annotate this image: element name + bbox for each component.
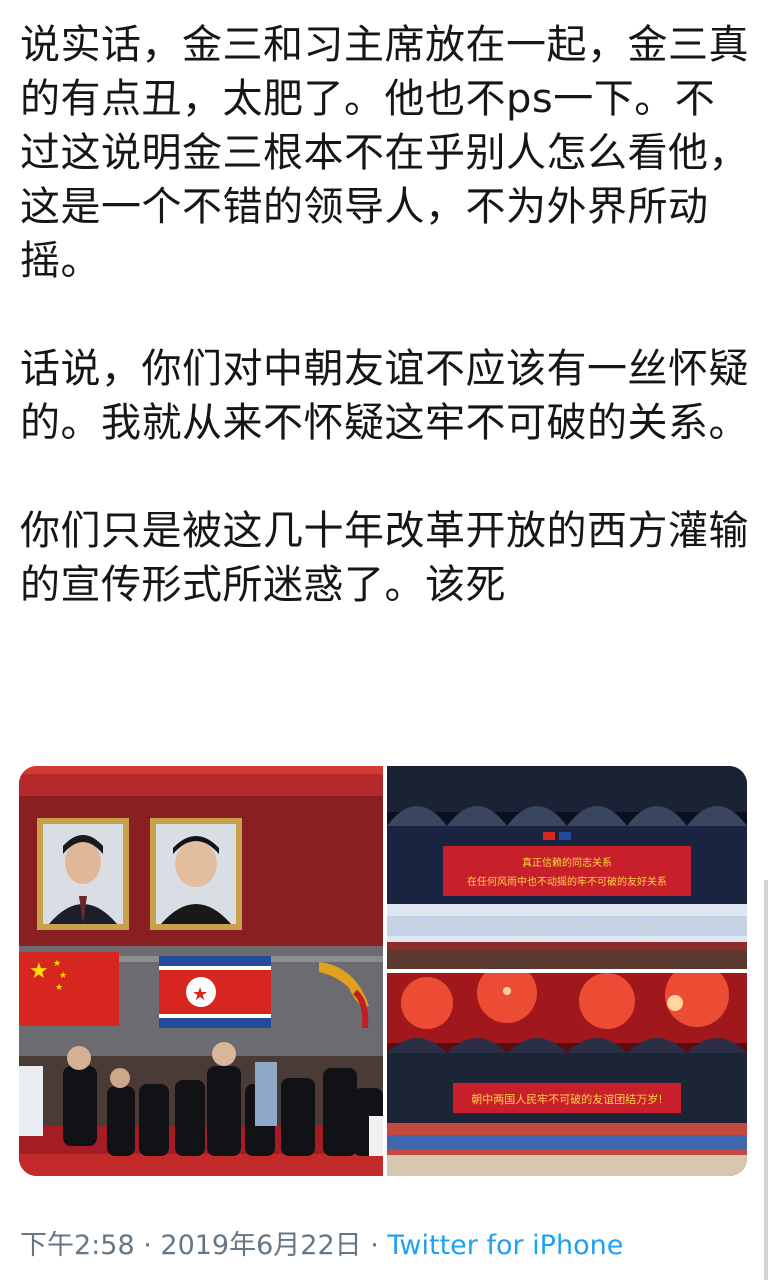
svg-text:★: ★ [55, 983, 63, 993]
tweet-date: 2019年6月22日 [160, 1230, 362, 1261]
svg-text:★: ★ [29, 959, 49, 984]
tweet-meta: 下午2:58 · 2019年6月22日 · Twitter for iPhone [20, 1228, 623, 1264]
tweet-text: 说实话，金三和习主席放在一起，金三真的有点丑，太肥了。他也不ps一下。不过这说明… [20, 18, 750, 612]
tweet-paragraph-1: 说实话，金三和习主席放在一起，金三真的有点丑，太肥了。他也不ps一下。不过这说明… [20, 22, 749, 284]
svg-text:★: ★ [53, 959, 61, 969]
scrollbar[interactable] [764, 880, 768, 1280]
media-photo-fireworks[interactable]: 朝中两国人民牢不可破的友谊团结万岁! [387, 973, 747, 1176]
tweet-time: 下午2:58 [20, 1230, 135, 1261]
stadium-banner-line-2: 在任何风雨中也不动摇的牢不可破的友好关系 [467, 875, 667, 888]
tweet-paragraph-3: 你们只是被这几十年改革开放的西方灌输的宣传形式所迷惑了。该死 [20, 508, 749, 608]
meta-separator: · [134, 1230, 161, 1261]
svg-text:★: ★ [192, 984, 208, 1005]
meta-separator: · [361, 1230, 388, 1261]
svg-text:★: ★ [59, 971, 67, 981]
media-photo-ceremony[interactable]: ★ ★ ★ ★ ★ [19, 766, 383, 1176]
tweet-source-link[interactable]: Twitter for iPhone [387, 1230, 623, 1261]
tweet-media-grid: ★ ★ ★ ★ ★ 真正信赖的同志关系 在任何风雨中也不动摇的牢不可破的友好关系… [19, 766, 747, 1176]
stadium-banner-line-1: 真正信赖的同志关系 [522, 856, 612, 869]
fireworks-banner-text: 朝中两国人民牢不可破的友谊团结万岁! [471, 1092, 662, 1106]
tweet-paragraph-2: 话说，你们对中朝友谊不应该有一丝怀疑的。我就从来不怀疑这牢不可破的关系。 [20, 346, 749, 446]
media-photo-stadium-banner[interactable]: 真正信赖的同志关系 在任何风雨中也不动摇的牢不可破的友好关系 [387, 766, 747, 969]
